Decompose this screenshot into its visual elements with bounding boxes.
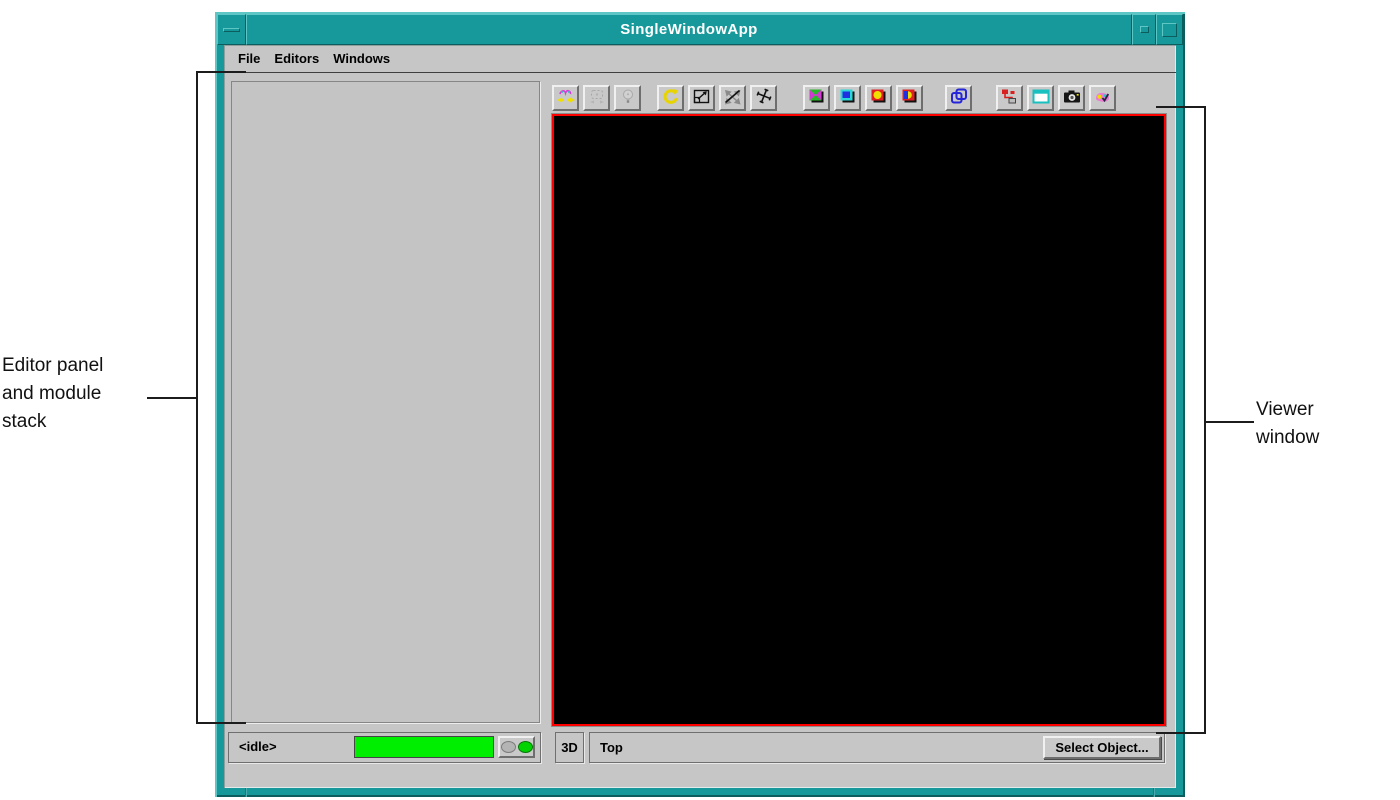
menu-file[interactable]: File xyxy=(238,51,260,66)
minimize-button[interactable] xyxy=(1132,14,1156,45)
pan-icon xyxy=(723,88,743,108)
menu-bar: File Editors Windows xyxy=(224,45,1176,73)
view-style-half-button[interactable] xyxy=(896,84,923,111)
bowtie-view-icon xyxy=(807,88,826,107)
object-hierarchy-button[interactable] xyxy=(996,84,1023,111)
menu-windows[interactable]: Windows xyxy=(333,51,390,66)
viewer-status-bar: Top Select Object... xyxy=(589,732,1165,763)
view-style-circle-button[interactable] xyxy=(865,84,892,111)
drag-module-icon xyxy=(587,88,607,108)
right-bracket-line xyxy=(1204,106,1206,734)
connect-modules-icon xyxy=(556,88,576,108)
left-callout-connector-line xyxy=(147,397,196,399)
view-style-bowtie-button[interactable] xyxy=(803,84,830,111)
palette-check-icon xyxy=(1093,88,1113,108)
right-bracket-bottom-tick xyxy=(1156,732,1206,734)
annotation-line-2: window xyxy=(1256,427,1320,448)
viewer-annotation: Viewer window xyxy=(1256,396,1319,452)
window-frame-icon xyxy=(1031,88,1051,108)
scale-icon xyxy=(692,88,712,108)
annotation-line-1: Viewer xyxy=(1256,399,1314,420)
execution-toggle-button[interactable] xyxy=(498,736,535,758)
right-bracket-top-tick xyxy=(1156,106,1206,108)
minimize-icon xyxy=(1139,26,1149,33)
viewer-window-button[interactable] xyxy=(1027,84,1054,111)
status-text: <idle> xyxy=(239,739,277,754)
square-view-icon xyxy=(838,88,857,107)
annotation-line-2: and module xyxy=(2,383,102,404)
translate-icon xyxy=(754,87,774,108)
headlight-button xyxy=(614,84,641,111)
view-style-square-button[interactable] xyxy=(834,84,861,111)
circle-view-icon xyxy=(869,88,888,107)
current-view-label: Top xyxy=(600,740,623,755)
right-callout-connector-line xyxy=(1204,421,1254,423)
viewer-window[interactable] xyxy=(552,114,1166,726)
editor-panel-annotation: Editor panel and module stack xyxy=(2,352,103,436)
select-object-button[interactable]: Select Object... xyxy=(1043,736,1161,759)
annotation-line-3: stack xyxy=(2,411,47,432)
dimension-mode-button[interactable]: 3D xyxy=(555,732,584,763)
scale-mode-button[interactable] xyxy=(688,84,715,111)
rotate-icon xyxy=(661,88,681,108)
edit-view-properties-button[interactable] xyxy=(1089,84,1116,111)
viewer-toolbar xyxy=(552,84,1120,111)
rotate-mode-button[interactable] xyxy=(657,84,684,111)
client-area: File Editors Windows <idle> 3D Top Selec… xyxy=(224,45,1176,788)
connect-modules-button[interactable] xyxy=(552,84,579,111)
snapshot-button[interactable] xyxy=(1058,84,1085,111)
half-view-icon xyxy=(900,88,919,107)
window-title: SingleWindowApp xyxy=(246,14,1132,45)
maximize-button[interactable] xyxy=(1156,14,1183,45)
menu-editors[interactable]: Editors xyxy=(274,51,319,66)
progress-bar-fill xyxy=(355,737,493,757)
window-menu-dash-icon xyxy=(223,27,240,32)
window-menu-button[interactable] xyxy=(217,14,246,45)
status-lamp-off-icon xyxy=(500,741,516,753)
left-bracket-top-tick xyxy=(196,71,246,73)
camera-icon xyxy=(1062,88,1082,108)
translate-mode-button[interactable] xyxy=(750,84,777,111)
frame-corner-seam xyxy=(1153,788,1155,797)
hierarchy-icon xyxy=(1000,88,1020,108)
app-window: SingleWindowApp File Editors Windows <id… xyxy=(215,12,1185,797)
status-lamp-on-icon xyxy=(517,741,533,753)
module-status-bar: <idle> xyxy=(228,732,541,763)
pan-mode-button[interactable] xyxy=(719,84,746,111)
copy-view-button[interactable] xyxy=(945,84,972,111)
drag-module-button xyxy=(583,84,610,111)
frame-corner-seam xyxy=(245,788,247,797)
maximize-icon xyxy=(1162,22,1177,37)
editor-panel-and-module-stack[interactable] xyxy=(231,81,540,723)
left-bracket-line xyxy=(196,71,198,724)
left-bracket-bottom-tick xyxy=(196,722,246,724)
progress-bar xyxy=(354,736,494,758)
annotation-line-1: Editor panel xyxy=(2,355,104,376)
lightbulb-icon xyxy=(618,88,638,108)
copy-view-icon xyxy=(949,88,969,108)
title-bar[interactable]: SingleWindowApp xyxy=(217,14,1183,45)
